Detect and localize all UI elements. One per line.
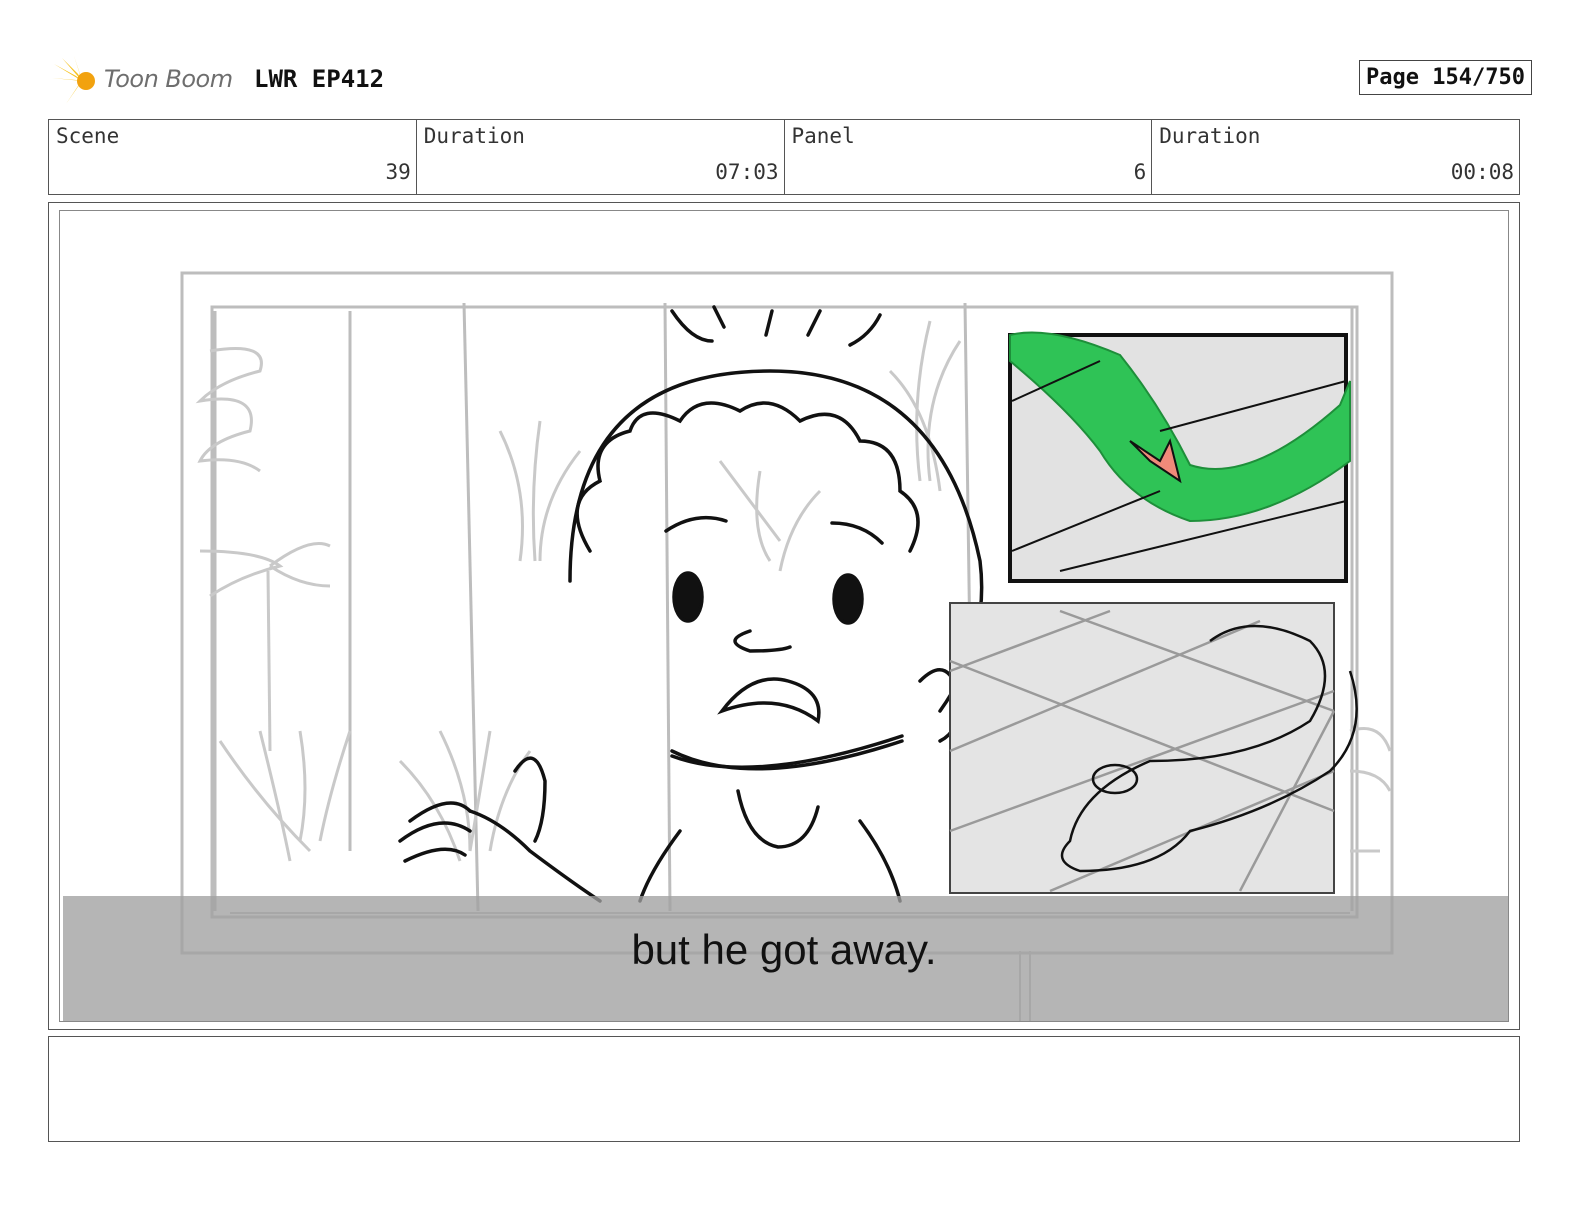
notes-box xyxy=(48,1036,1520,1142)
scene-duration-cell: Duration 07:03 xyxy=(417,120,785,194)
scene-duration-label: Duration xyxy=(423,124,525,148)
storyboard-panel: but he got away. xyxy=(48,202,1520,1030)
inset-bottom xyxy=(949,602,1358,894)
scene-cell: Scene 39 xyxy=(49,120,417,194)
project-title: LWR EP412 xyxy=(254,65,385,93)
scene-label: Scene xyxy=(56,124,120,148)
panel-duration-label: Duration xyxy=(1159,124,1261,148)
panel-duration-value: 00:08 xyxy=(1450,160,1514,184)
panel-image: but he got away. xyxy=(59,210,1509,1022)
panel-label: Panel xyxy=(791,124,855,148)
header: Toon Boom LWR EP412 Page 154/750 xyxy=(52,56,1532,106)
panel-value: 6 xyxy=(1133,160,1147,184)
panel-duration-cell: Duration 00:08 xyxy=(1152,120,1519,194)
inset-top xyxy=(1008,331,1351,583)
toon-boom-logo: Toon Boom xyxy=(52,56,242,108)
page-indicator: Page 154/750 xyxy=(1359,60,1532,95)
scene-value: 39 xyxy=(385,160,411,184)
logo-text: Toon Boom xyxy=(104,65,233,93)
character-drawing xyxy=(398,305,984,903)
scene-duration-value: 07:03 xyxy=(715,160,779,184)
subtitle-caption: but he got away. xyxy=(631,926,937,973)
panel-cell: Panel 6 xyxy=(785,120,1153,194)
sunburst-icon xyxy=(52,56,95,104)
panel-info-row: Scene 39 Duration 07:03 Panel 6 Duration… xyxy=(48,119,1520,195)
